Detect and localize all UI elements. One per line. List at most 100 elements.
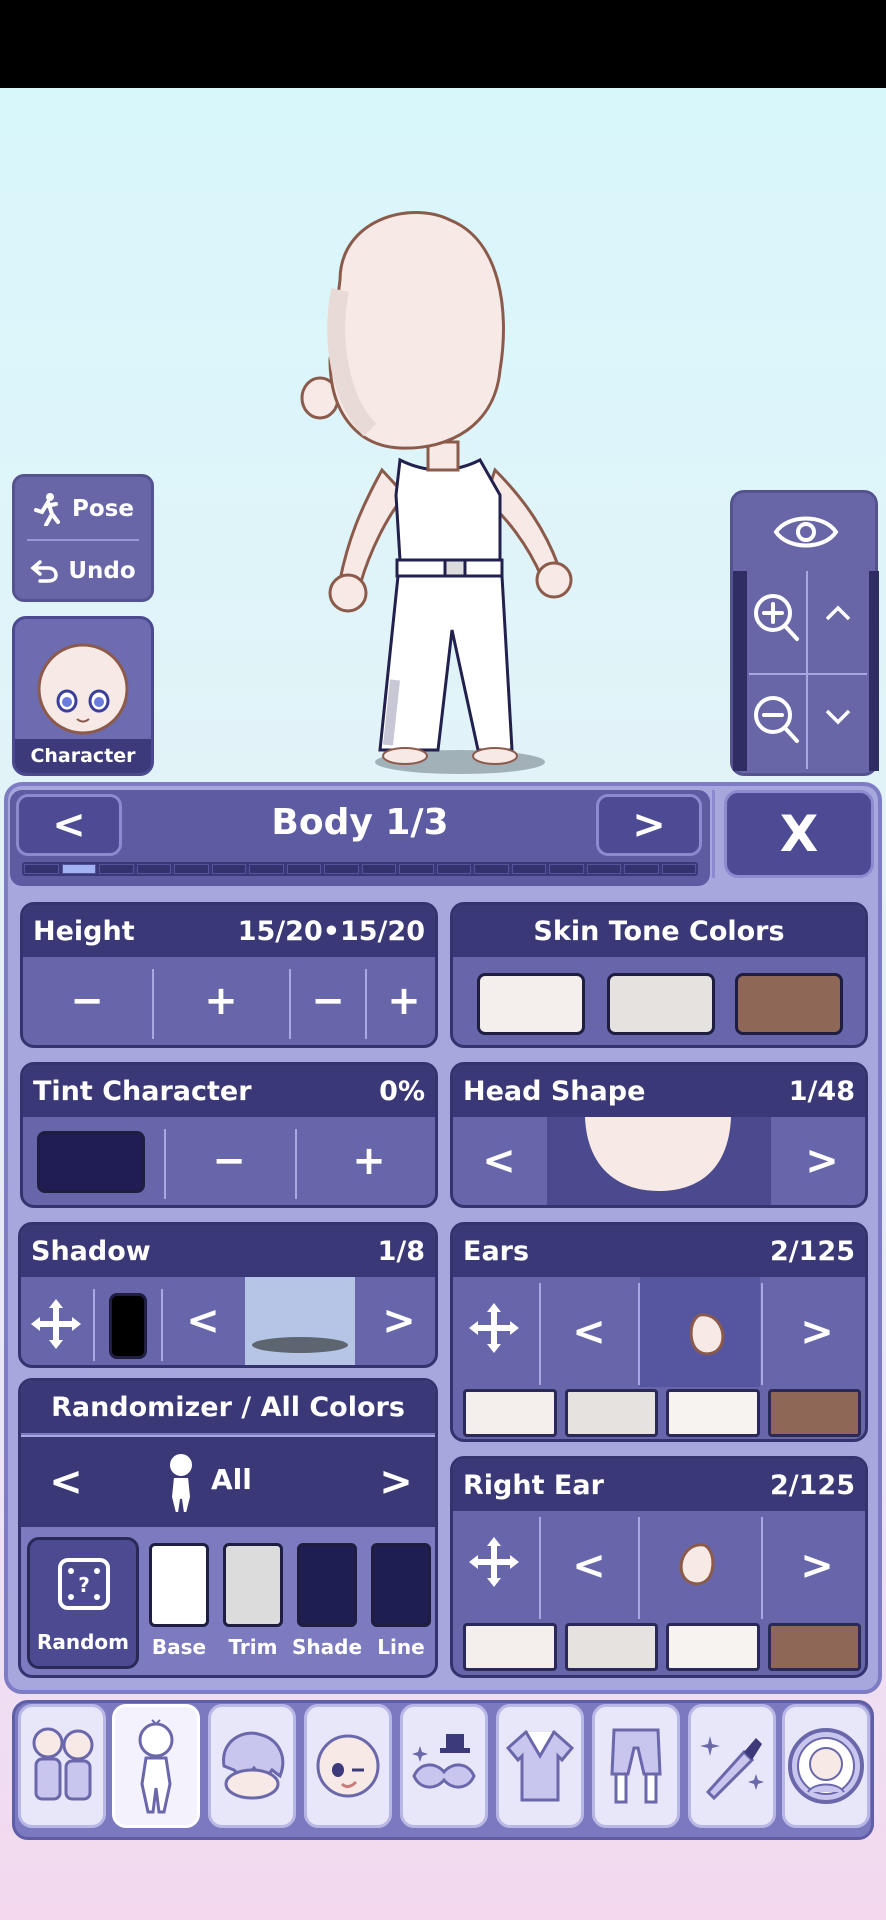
randomizer-mode-label: All [211, 1463, 252, 1496]
undo-button[interactable]: Undo [15, 541, 151, 601]
progress-segment [24, 864, 59, 874]
head-next-button[interactable]: > [773, 1117, 865, 1205]
randomizer-card: Randomizer / All Colors < All > ? Random… [18, 1378, 438, 1678]
progress-segment [661, 864, 696, 874]
height2-decrease-button[interactable]: − [291, 957, 365, 1045]
right-ear-next-button[interactable]: > [763, 1511, 865, 1621]
shadow-preview[interactable] [245, 1277, 355, 1365]
ears-color-1[interactable] [463, 1389, 557, 1437]
right-ear-color-4[interactable] [767, 1623, 861, 1671]
skin-color-3[interactable] [735, 973, 843, 1035]
category-body[interactable] [112, 1704, 200, 1828]
prev-page-button[interactable]: < [16, 794, 122, 856]
head-shape-preview[interactable] [547, 1117, 771, 1205]
vertical-track[interactable] [869, 571, 879, 771]
right-ear-color-2[interactable] [564, 1623, 658, 1671]
shadow-color-swatch[interactable] [109, 1293, 147, 1359]
category-face[interactable] [304, 1704, 392, 1828]
randomizer-swatch-trim[interactable] [223, 1543, 283, 1627]
tint-increase-button[interactable]: + [297, 1117, 435, 1205]
progress-segment [624, 864, 659, 874]
category-props[interactable] [688, 1704, 776, 1828]
category-top[interactable] [496, 1704, 584, 1828]
character-figure[interactable] [300, 210, 600, 780]
ears-preview[interactable] [640, 1277, 760, 1387]
randomizer-swatch-base[interactable] [149, 1543, 209, 1627]
pose-button[interactable]: Pose [15, 479, 151, 539]
shadow-next-button[interactable]: > [357, 1277, 435, 1365]
ear-image [679, 1543, 715, 1586]
progress-segment [99, 864, 134, 874]
pose-undo-panel: Pose Undo [12, 474, 154, 602]
undo-label: Undo [68, 558, 136, 584]
progress-segment [61, 864, 96, 874]
right-ear-label: Right Ear [463, 1469, 604, 1501]
head-shape-card: Head Shape 1/48 < > [450, 1062, 868, 1208]
ears-color-2[interactable] [564, 1389, 658, 1437]
progress-segment [324, 864, 359, 874]
ears-color-3[interactable] [666, 1389, 760, 1437]
zoom-in-icon[interactable] [751, 591, 801, 643]
randomizer-swatch-label: Line [377, 1635, 425, 1659]
move-icon[interactable] [467, 1535, 521, 1589]
tint-value: 0% [379, 1075, 425, 1107]
tint-decrease-button[interactable]: − [165, 1117, 293, 1205]
height-decrease-button[interactable]: − [23, 957, 151, 1045]
body-icon [138, 1719, 174, 1814]
category-profile[interactable] [782, 1704, 870, 1828]
height2-increase-button[interactable]: + [367, 957, 435, 1045]
zoom-out-icon[interactable] [751, 693, 801, 745]
next-page-button[interactable]: > [596, 794, 702, 856]
bottom-icon [610, 1728, 662, 1804]
move-down-icon[interactable] [823, 707, 853, 727]
randomizer-label: Randomizer / All Colors [51, 1391, 405, 1423]
randomizer-swatch-line[interactable] [371, 1543, 431, 1627]
skin-color-2[interactable] [607, 973, 715, 1035]
height-label: Height [33, 915, 135, 947]
zoom-track[interactable] [733, 571, 747, 771]
ears-label: Ears [463, 1235, 530, 1267]
right-ear-color-1[interactable] [463, 1623, 557, 1671]
character-button[interactable]: Character [12, 616, 154, 776]
progress-segment [399, 864, 434, 874]
close-button[interactable]: X [724, 790, 874, 878]
category-hair[interactable] [208, 1704, 296, 1828]
shadow-prev-button[interactable]: < [163, 1277, 243, 1365]
right-ear-preview[interactable] [640, 1511, 760, 1621]
right-ear-color-3[interactable] [666, 1623, 760, 1671]
svg-text:?: ? [78, 1573, 90, 1597]
divider [749, 673, 867, 675]
divider [289, 969, 291, 1039]
hair-icon [222, 1731, 285, 1800]
progress-segment [174, 864, 209, 874]
randomizer-next-button[interactable]: > [361, 1437, 431, 1527]
category-accessories[interactable] [400, 1704, 488, 1828]
category-presets[interactable] [18, 1704, 106, 1828]
divider [365, 969, 367, 1039]
right-ear-prev-button[interactable]: < [541, 1511, 637, 1621]
move-icon[interactable] [467, 1301, 521, 1355]
ears-color-4[interactable] [767, 1389, 861, 1437]
progress-segment [249, 864, 284, 874]
tint-character-card: Tint Character 0% − + [20, 1062, 438, 1208]
page-title: Body 1/3 [271, 802, 449, 843]
randomizer-swatch-shade[interactable] [297, 1543, 357, 1627]
head-prev-button[interactable]: < [453, 1117, 545, 1205]
eye-icon[interactable] [773, 511, 839, 553]
progress-segment [474, 864, 509, 874]
ears-next-button[interactable]: > [763, 1277, 865, 1387]
randomizer-swatch-label: Base [151, 1635, 207, 1659]
tint-color-swatch[interactable] [37, 1131, 145, 1193]
divider [152, 969, 154, 1039]
random-button[interactable]: ? Random [27, 1537, 139, 1669]
pose-label: Pose [72, 496, 134, 522]
height-increase-button[interactable]: + [153, 957, 289, 1045]
divider [806, 571, 808, 769]
ears-prev-button[interactable]: < [541, 1277, 637, 1387]
move-icon[interactable] [29, 1297, 83, 1351]
face-icon [316, 1734, 380, 1798]
randomizer-prev-button[interactable]: < [31, 1437, 101, 1527]
skin-color-1[interactable] [477, 973, 585, 1035]
move-up-icon[interactable] [823, 603, 853, 623]
category-bottom[interactable] [592, 1704, 680, 1828]
